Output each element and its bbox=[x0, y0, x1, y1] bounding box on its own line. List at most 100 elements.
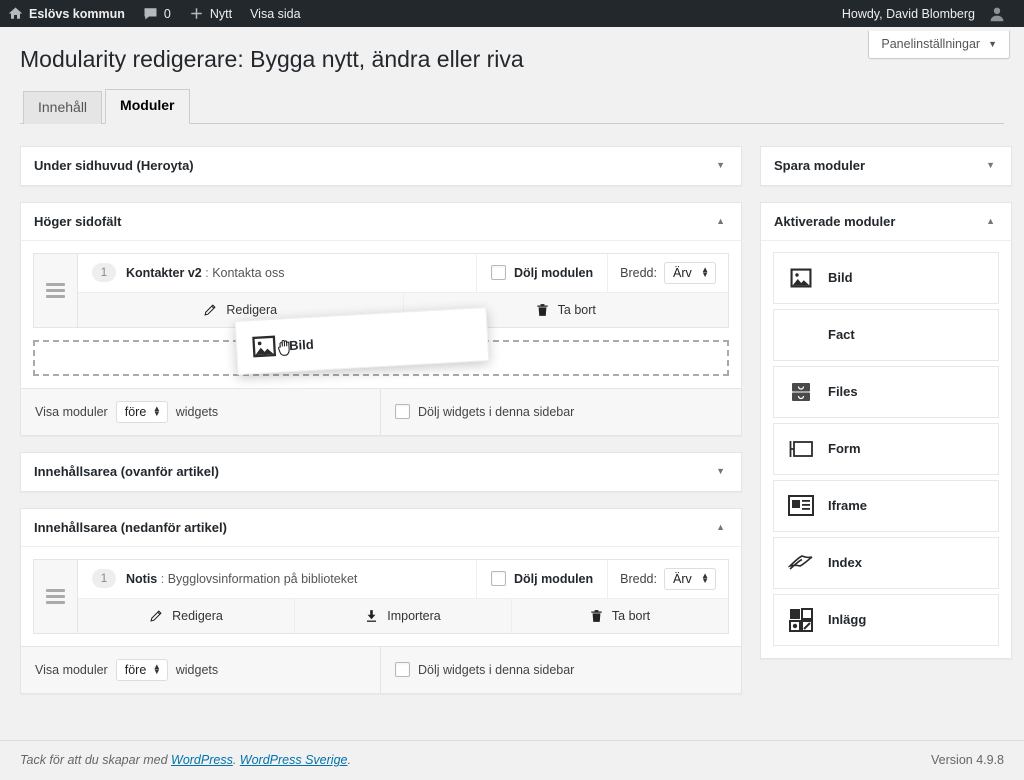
module-card-label: Bild bbox=[828, 270, 853, 285]
chevron-up-icon[interactable]: ▲ bbox=[982, 215, 999, 228]
admin-bar-site-name[interactable]: Eslövs kommun bbox=[0, 0, 134, 27]
area-panel-header[interactable]: Innehållsarea (ovanför artikel) ▼ bbox=[21, 453, 741, 491]
admin-bar-view-site-label: Visa sida bbox=[250, 7, 301, 21]
show-modules-setting: Visa moduler före ▲▼ widgets bbox=[21, 389, 381, 435]
hide-widgets-setting[interactable]: Dölj widgets i denna sidebar bbox=[381, 389, 741, 435]
spinner-arrows-icon: ▲▼ bbox=[153, 665, 161, 674]
area-panel-innehallsarea-nedanfor: Innehållsarea (nedanför artikel) ▲ 1 bbox=[20, 508, 742, 694]
footer-thanks-text: Tack för att du skapar med WordPress. Wo… bbox=[20, 753, 351, 767]
module-actions: Redigera Importera bbox=[78, 598, 728, 633]
module-hide-checkbox[interactable] bbox=[491, 571, 506, 586]
module-title: 1 Kontakter v2 : Kontakta oss bbox=[78, 254, 476, 292]
active-modules-title: Aktiverade moduler bbox=[774, 214, 982, 229]
iframe-icon bbox=[788, 495, 814, 516]
module-card-label: Files bbox=[828, 384, 858, 399]
tab-moduler[interactable]: Moduler bbox=[105, 89, 189, 124]
tab-innehall[interactable]: Innehåll bbox=[23, 91, 102, 124]
module-drag-handle[interactable] bbox=[34, 254, 78, 327]
area-panel-header[interactable]: Innehållsarea (nedanför artikel) ▲ bbox=[21, 509, 741, 547]
screen-options-button[interactable]: Panelinställningar ▼ bbox=[868, 31, 1010, 59]
module-position-select[interactable]: före ▲▼ bbox=[116, 401, 168, 423]
hide-widgets-checkbox[interactable] bbox=[395, 662, 410, 677]
admin-bar-view-site[interactable]: Visa sida bbox=[241, 0, 310, 27]
module-instance-name: Kontakta oss bbox=[212, 266, 284, 280]
user-avatar-icon bbox=[989, 6, 1005, 22]
tab-moduler-label: Moduler bbox=[120, 97, 174, 113]
module-position-select[interactable]: före ▲▼ bbox=[116, 659, 168, 681]
module-card-fact[interactable]: Fact bbox=[773, 309, 999, 361]
module-hide-label: Dölj modulen bbox=[514, 572, 593, 586]
module-delete-button[interactable]: Ta bort bbox=[512, 599, 728, 633]
module-width-select[interactable]: Ärv ▲▼ bbox=[664, 568, 716, 590]
module-width-label: Bredd: bbox=[620, 266, 657, 280]
chevron-up-icon[interactable]: ▲ bbox=[712, 215, 729, 228]
hide-widgets-setting[interactable]: Dölj widgets i denna sidebar bbox=[381, 647, 741, 693]
admin-bar-comments[interactable]: 0 bbox=[134, 0, 180, 27]
save-modules-header[interactable]: Spara moduler ▼ bbox=[761, 147, 1011, 185]
module-row: 1 Notis : Bygglovsinformation på bibliot… bbox=[33, 559, 729, 634]
area-panel-header[interactable]: Höger sidofält ▲ bbox=[21, 203, 741, 241]
file-cabinet-icon bbox=[788, 380, 814, 404]
module-edit-label: Redigera bbox=[172, 609, 223, 623]
module-card-files[interactable]: Files bbox=[773, 366, 999, 418]
module-card-label: Fact bbox=[828, 327, 855, 342]
module-card-bild[interactable]: Bild bbox=[773, 252, 999, 304]
side-column: Spara moduler ▼ Aktiverade moduler ▲ Bil… bbox=[760, 146, 1012, 710]
module-card-form[interactable]: Form bbox=[773, 423, 999, 475]
area-panel-innehallsarea-ovanfor: Innehållsarea (ovanför artikel) ▼ bbox=[20, 452, 742, 492]
active-modules-header[interactable]: Aktiverade moduler ▲ bbox=[761, 203, 1011, 241]
module-edit-button[interactable]: Redigera bbox=[78, 599, 295, 633]
admin-bar: Eslövs kommun 0 Nytt Visa sida Howdy, Da… bbox=[0, 0, 1024, 27]
admin-bar-my-account[interactable]: Howdy, David Blomberg bbox=[833, 0, 1014, 27]
admin-bar-left: Eslövs kommun 0 Nytt Visa sida bbox=[0, 0, 310, 27]
chevron-down-icon[interactable]: ▼ bbox=[712, 159, 729, 172]
module-hide-checkbox[interactable] bbox=[491, 265, 506, 280]
admin-bar-new-content[interactable]: Nytt bbox=[180, 0, 241, 27]
chevron-down-icon[interactable]: ▼ bbox=[982, 159, 999, 172]
grabbing-hand-cursor-icon bbox=[277, 337, 295, 358]
pages-stack-icon bbox=[788, 553, 814, 573]
grip-lines-icon bbox=[46, 283, 65, 298]
area-panel-footer: Visa moduler före ▲▼ widgets Dölj widget… bbox=[21, 388, 741, 435]
module-delete-label: Ta bort bbox=[558, 303, 596, 317]
module-hide-toggle[interactable]: Dölj modulen bbox=[476, 254, 607, 292]
main-column: Under sidhuvud (Heroyta) ▼ Höger sidofäl… bbox=[20, 146, 742, 710]
module-index-badge: 1 bbox=[92, 569, 116, 588]
module-card-iframe[interactable]: Iframe bbox=[773, 480, 999, 532]
area-panel-header[interactable]: Under sidhuvud (Heroyta) ▼ bbox=[21, 147, 741, 185]
chevron-up-icon[interactable]: ▲ bbox=[712, 521, 729, 534]
page-wrap: Panelinställningar ▼ Modularity redigera… bbox=[0, 27, 1024, 710]
area-panel-body: 1 Notis : Bygglovsinformation på bibliot… bbox=[21, 547, 741, 634]
module-card-inlagg[interactable]: Inlägg bbox=[773, 594, 999, 646]
grip-lines-icon bbox=[46, 589, 65, 604]
trash-icon bbox=[590, 609, 603, 623]
screen-options-label: Panelinställningar bbox=[881, 37, 980, 51]
active-modules-list: Bild Fact Files bbox=[761, 241, 1011, 658]
comment-bubble-icon bbox=[143, 6, 158, 21]
area-panel-title: Innehållsarea (nedanför artikel) bbox=[34, 520, 712, 535]
module-hide-toggle[interactable]: Dölj modulen bbox=[476, 560, 607, 598]
module-drag-handle[interactable] bbox=[34, 560, 78, 633]
footer-suffix: . bbox=[347, 753, 350, 767]
chevron-down-icon[interactable]: ▼ bbox=[712, 465, 729, 478]
show-modules-label: Visa moduler bbox=[35, 405, 108, 419]
module-delete-label: Ta bort bbox=[612, 609, 650, 623]
show-modules-label: Visa moduler bbox=[35, 663, 108, 677]
chevron-down-icon: ▼ bbox=[988, 40, 997, 49]
nav-tab-bar: Innehåll Moduler bbox=[20, 89, 1004, 124]
module-card-index[interactable]: Index bbox=[773, 537, 999, 589]
hide-widgets-label: Dölj widgets i denna sidebar bbox=[418, 663, 574, 677]
pencil-icon bbox=[149, 609, 163, 623]
hide-widgets-checkbox[interactable] bbox=[395, 404, 410, 419]
module-position-value: före bbox=[125, 663, 147, 677]
plus-icon bbox=[189, 6, 204, 21]
wordpress-link[interactable]: WordPress bbox=[171, 753, 233, 767]
active-modules-panel: Aktiverade moduler ▲ Bild Fact bbox=[760, 202, 1012, 659]
module-width-select[interactable]: Ärv ▲▼ bbox=[664, 262, 716, 284]
area-panel-title: Innehållsarea (ovanför artikel) bbox=[34, 464, 712, 479]
wordpress-sverige-link[interactable]: WordPress Sverige bbox=[240, 753, 348, 767]
area-panel-title: Under sidhuvud (Heroyta) bbox=[34, 158, 712, 173]
module-top-row: 1 Notis : Bygglovsinformation på bibliot… bbox=[78, 560, 728, 598]
module-import-button[interactable]: Importera bbox=[295, 599, 512, 633]
home-icon bbox=[8, 6, 23, 21]
